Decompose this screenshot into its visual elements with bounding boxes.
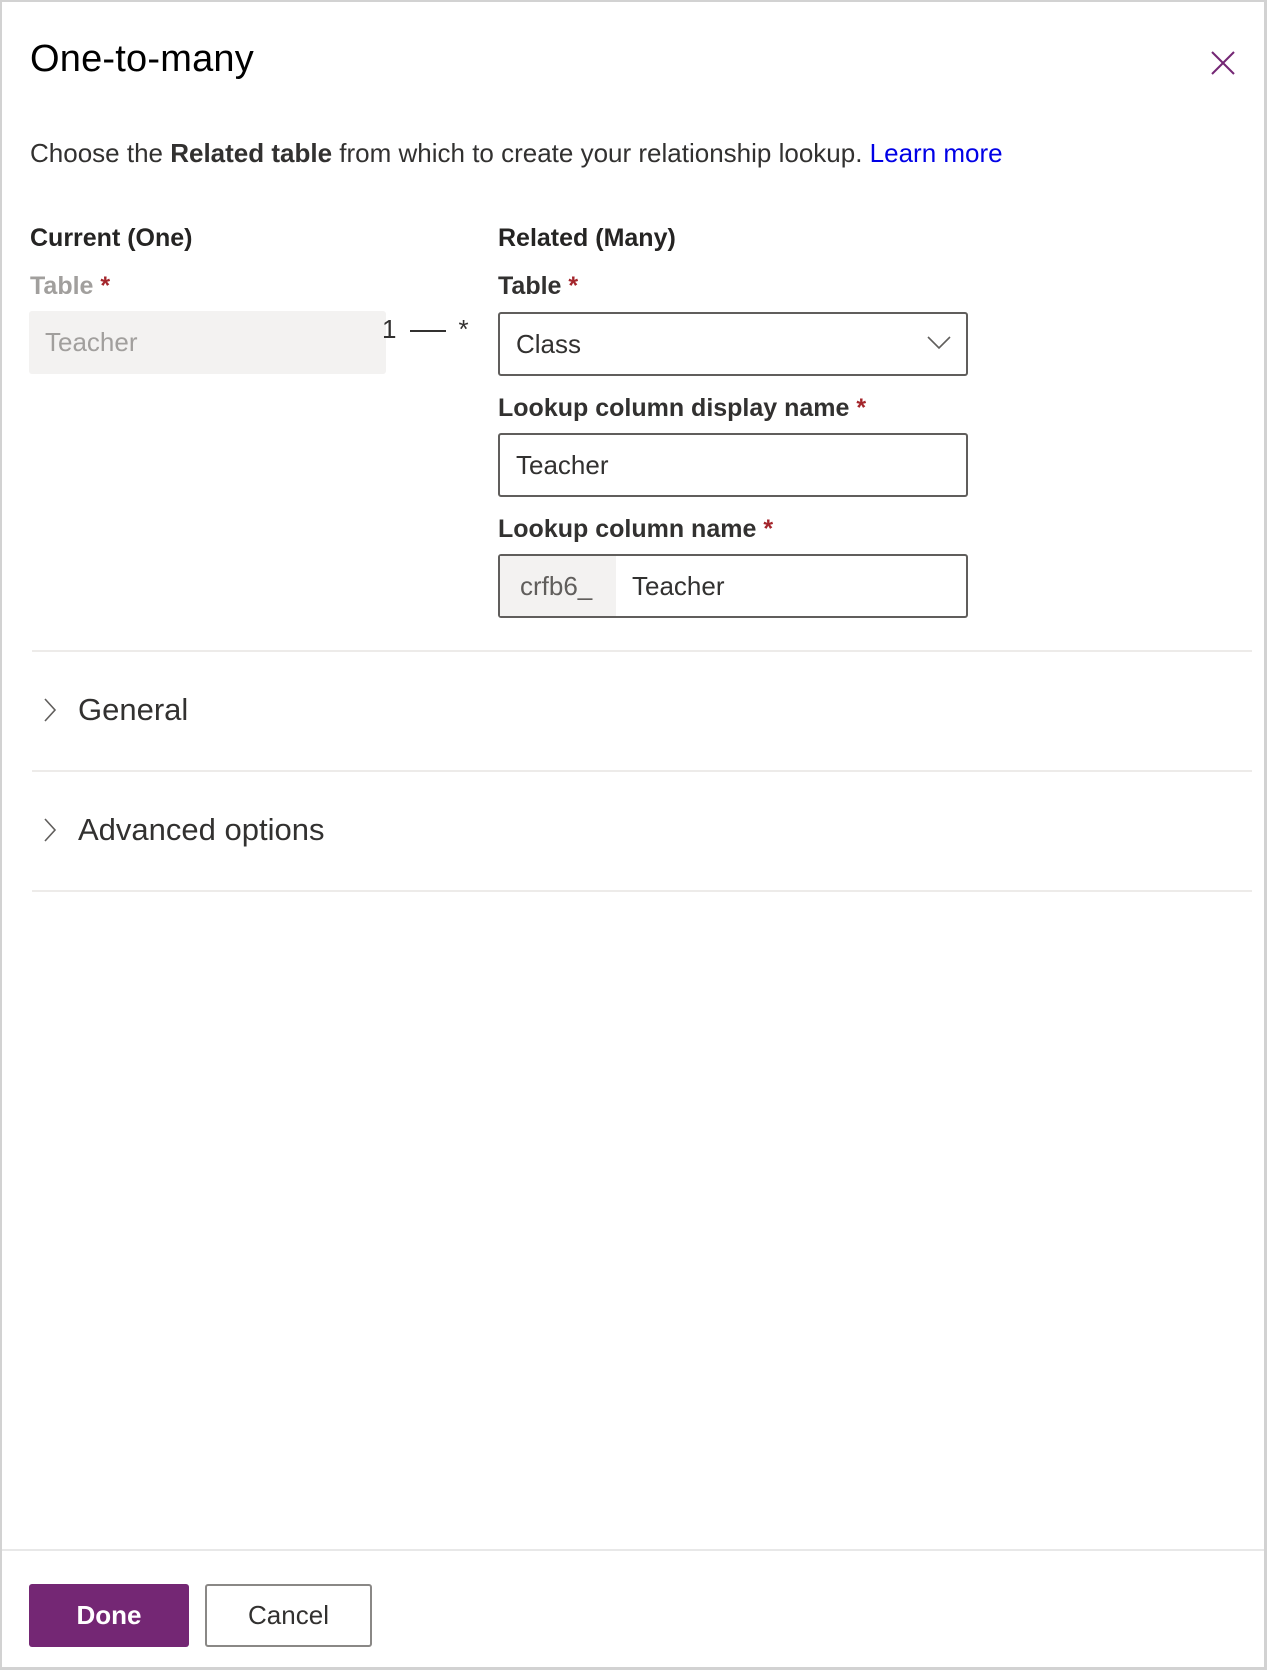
publisher-prefix: crfb6_ — [500, 556, 616, 616]
lookup-display-name-input[interactable]: Teacher — [498, 433, 968, 497]
section-divider — [32, 650, 1252, 652]
section-general-label: General — [78, 692, 189, 727]
chevron-right-icon — [44, 698, 57, 722]
one-to-many-panel: One-to-many Choose the Related table fro… — [2, 2, 1264, 1667]
current-table-label-text: Table — [30, 272, 94, 300]
close-button[interactable] — [1206, 46, 1240, 80]
lookup-display-label: Lookup column display name * — [498, 394, 866, 423]
current-table-label: Table * — [30, 272, 110, 301]
lookup-name-value: Teacher — [632, 570, 725, 601]
required-mark: * — [763, 515, 774, 543]
required-mark: * — [568, 272, 579, 300]
cardinality-one: 1 — [382, 314, 397, 344]
close-icon — [1211, 51, 1235, 75]
section-advanced-options[interactable]: Advanced options — [32, 800, 1252, 860]
lookup-column-name-input[interactable]: crfb6_ Teacher — [498, 554, 968, 618]
related-table-label: Table * — [498, 272, 578, 301]
description-bold: Related table — [170, 138, 333, 168]
chevron-down-icon — [927, 336, 951, 350]
lookup-name-label-text: Lookup column name — [498, 515, 757, 543]
related-heading: Related (Many) — [498, 224, 676, 252]
cancel-button[interactable]: Cancel — [205, 1584, 372, 1647]
section-general[interactable]: General — [32, 680, 1252, 740]
related-table-label-text: Table — [498, 272, 562, 300]
cardinality-many: * — [458, 314, 469, 344]
section-divider — [32, 890, 1252, 892]
related-table-value: Class — [516, 328, 582, 359]
required-mark: * — [856, 394, 867, 422]
current-heading: Current (One) — [30, 224, 193, 252]
lookup-display-label-text: Lookup column display name — [498, 394, 850, 422]
required-mark: * — [100, 272, 111, 300]
current-table-field: Teacher — [29, 311, 386, 374]
learn-more-link[interactable]: Learn more — [870, 138, 1003, 168]
cardinality-dash — [410, 330, 447, 333]
section-advanced-label: Advanced options — [78, 812, 325, 847]
done-button[interactable]: Done — [29, 1584, 189, 1647]
panel-title: One-to-many — [30, 38, 254, 80]
current-table-value: Teacher — [45, 327, 138, 357]
related-table-dropdown[interactable]: Class — [498, 312, 968, 376]
lookup-name-label: Lookup column name * — [498, 515, 773, 544]
lookup-display-value: Teacher — [516, 449, 609, 480]
section-divider — [32, 770, 1252, 772]
cardinality-indicator: 1 * — [382, 314, 469, 345]
footer-divider — [2, 1549, 1264, 1551]
description-prefix: Choose the — [30, 138, 171, 168]
description: Choose the Related table from which to c… — [30, 138, 1003, 169]
chevron-right-icon — [44, 818, 57, 842]
description-suffix: from which to create your relationship l… — [332, 138, 870, 168]
